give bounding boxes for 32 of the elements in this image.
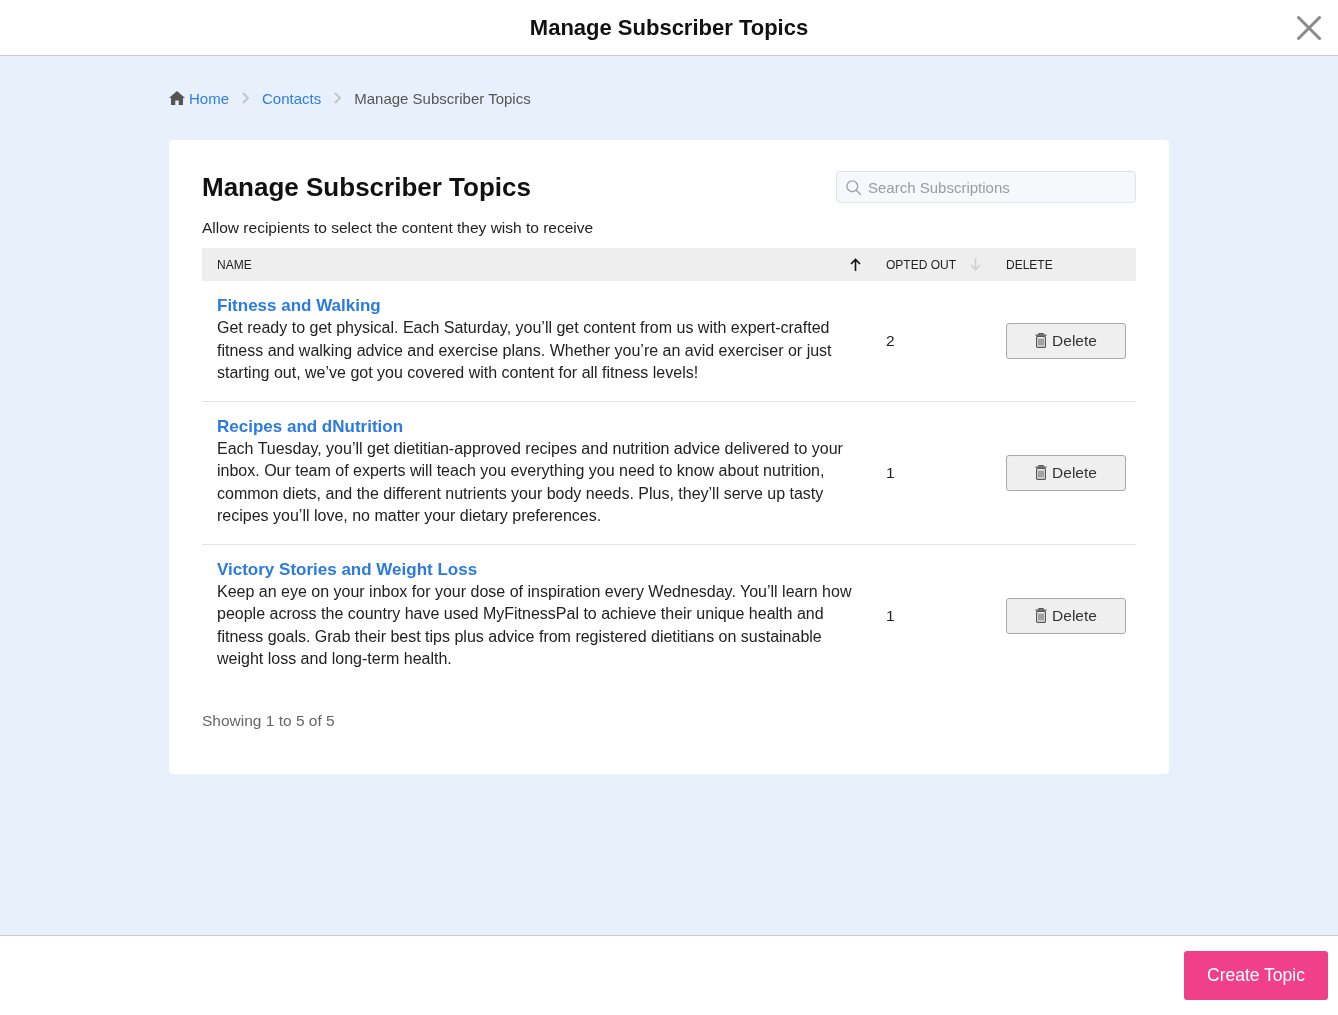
- card-title: Manage Subscriber Topics: [202, 171, 531, 204]
- chevron-icon: [242, 92, 249, 104]
- trash-icon: [1035, 608, 1048, 623]
- home-link[interactable]: Home: [169, 89, 229, 107]
- column-header[interactable]: NAME: [202, 248, 871, 281]
- trash-icon: [1035, 465, 1048, 480]
- trash-icon: [1035, 333, 1048, 349]
- topic-title-link[interactable]: Recipes and dNutrition: [217, 415, 404, 438]
- delete-button[interactable]: Delete: [1006, 597, 1126, 634]
- breadcrumb-link[interactable]: Contacts: [262, 89, 322, 107]
- opted-out-count: 1: [886, 606, 895, 624]
- opted-out-count: 2: [886, 331, 895, 349]
- chevron-icon: [334, 92, 342, 104]
- topic-description: Each Tuesday, you’ll get dietitian-approved recipes and nutrition advice delivered to your inbox. Our team of experts will teach you everything you need to know about nutrition, common diets, and the different nutrients your body needs. Plus, they’ll serve up tasty recipes you’ll love, no matter your dietary preferences.: [217, 438, 844, 526]
- delete-button[interactable]: Delete: [1006, 322, 1126, 359]
- column-header[interactable]: OPTED OUT: [871, 248, 991, 281]
- topic-title-link[interactable]: Victory Stories and Weight Loss: [217, 558, 478, 581]
- search-icon: [846, 180, 861, 195]
- card-subtitle: Allow recipients to select the content they wish to receive: [202, 218, 595, 238]
- column-header: DELETE: [1005, 256, 1054, 274]
- delete-button[interactable]: Delete: [1006, 454, 1126, 491]
- topic-description: Get ready to get physical. Each Saturday, you’ll get content from us with expert-crafted fitness and walking advice and exercise plans. Whether you’re an avid exerciser or just starting out, we’ve got you covered with content for all fitness levels!: [217, 318, 833, 383]
- pagination-summary: Showing 1 to 5 of 5: [202, 710, 336, 731]
- close-icon[interactable]: [1297, 15, 1321, 40]
- create-topic-button[interactable]: Create Topic: [1184, 951, 1328, 1000]
- window-title: Manage Subscriber Topics: [529, 14, 809, 41]
- opted-out-count: 1: [886, 463, 895, 481]
- home-icon: [169, 91, 185, 105]
- breadcrumb-current: Manage Subscriber Topics: [354, 89, 531, 107]
- search-field[interactable]: Search Subscriptions: [836, 171, 1136, 203]
- topic-title-link[interactable]: Fitness and Walking: [217, 295, 381, 317]
- topic-description: Keep an eye on your inbox for your dose of inspiration every Wednesday. You’ll learn how people across the country have used MyFitnessPal to achieve their unique health and fitness goals. Grab their best tips plus advice from registered dietitians on sustainable weight loss and long-term health.: [217, 581, 853, 669]
